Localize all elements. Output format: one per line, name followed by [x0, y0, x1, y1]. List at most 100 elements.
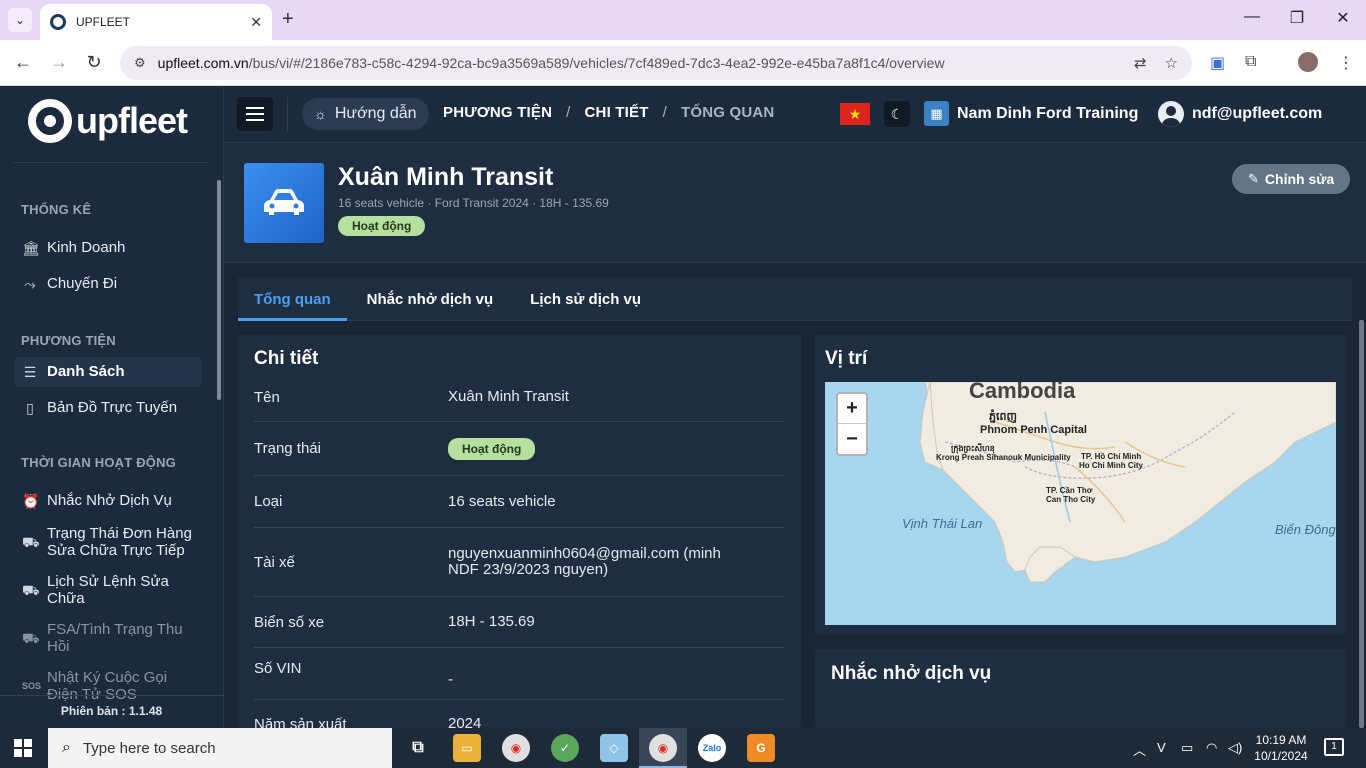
section-vehicles: PHƯƠNG TIỆN [21, 333, 116, 348]
car-recall-icon: ⛟ [22, 630, 40, 646]
search-icon: ⌕ [62, 739, 71, 756]
translate-icon[interactable]: ⇄ [1134, 54, 1147, 72]
user-avatar-icon [1158, 101, 1184, 127]
address-bar[interactable]: ⚙ upfleet.com.vn/bus/vi/#/2186e783-c58c-… [120, 46, 1192, 80]
upfleet-logo[interactable]: upfleet [28, 99, 188, 143]
browser-tab-strip: ⌄ UPFLEET ✕ + — ❐ ✕ [0, 0, 1366, 40]
back-button[interactable]: ← [12, 52, 34, 72]
sidebar-item-label: Bản Đồ Trực Tuyến [47, 399, 178, 416]
detail-row-driver: Tài xế nguyenxuanminh0604@gmail.com (min… [254, 528, 784, 597]
restore-button[interactable]: ❐ [1282, 8, 1312, 28]
minimize-button[interactable]: — [1237, 8, 1267, 26]
map[interactable]: + − Cambodia ភ្នំពេញ Phnom Penh Capital … [825, 382, 1336, 625]
sidebar-item-business[interactable]: 🏛 Kinh Doanh [14, 233, 202, 263]
app-version: Phiên bản : 1.1.48 [60, 704, 163, 718]
notification-center-icon[interactable]: 1 [1324, 738, 1344, 756]
app-orange-icon[interactable]: G [747, 734, 775, 762]
location-title: Vị trí [825, 348, 868, 369]
map-icon: ▯ [26, 400, 34, 416]
volume-icon[interactable]: ◁) [1228, 740, 1242, 756]
tray-chevron-icon[interactable]: ︿ [1133, 740, 1146, 759]
coccoc-icon[interactable]: ✓ [551, 734, 579, 762]
edit-button[interactable]: ✎ Chỉnh sửa [1232, 164, 1351, 194]
organization-selector[interactable]: ▦ Nam Dinh Ford Training [924, 101, 1138, 126]
sidebar-item-service-reminders[interactable]: ⏰ Nhắc Nhở Dịch Vụ [14, 486, 202, 516]
section-uptime: THỜI GIAN HOẠT ĐỘNG [21, 455, 176, 470]
tab-service-reminders[interactable]: Nhắc nhở dịch vụ [347, 277, 514, 321]
sos-icon: SOS [22, 681, 42, 691]
site-info-icon[interactable]: ⚙ [134, 55, 146, 71]
zoom-in-button[interactable]: + [838, 394, 866, 424]
task-view-icon[interactable]: ⧉ [404, 734, 432, 762]
chrome-active-icon[interactable]: ◉ [649, 734, 677, 762]
sidebar-item-label: Chuyến Đi [47, 275, 118, 292]
divider [14, 162, 208, 163]
breadcrumb-overview: TỔNG QUAN [680, 104, 775, 121]
new-tab-button[interactable]: + [282, 8, 294, 30]
breadcrumb-vehicles[interactable]: PHƯƠNG TIỆN [443, 104, 552, 121]
vehicle-tabs: Tổng quan Nhắc nhở dịch vụ Lịch sử dịch … [238, 277, 1352, 321]
zoom-out-button[interactable]: − [838, 424, 866, 454]
map-zoom-control: + − [836, 392, 868, 456]
map-label-hcm-en: Ho Chi Minh City [1079, 461, 1143, 470]
service-reminder-title: Nhắc nhở dịch vụ [831, 663, 992, 684]
system-clock[interactable]: 10:19 AM 10/1/2024 [1248, 732, 1314, 764]
url-text[interactable]: upfleet.com.vn/bus/vi/#/2186e783-c58c-42… [158, 55, 1116, 71]
sidebar-item-fsa-recall[interactable]: ⛟ FSA/Tình Trạng Thu Hồi [14, 615, 202, 661]
edit-label: Chỉnh sửa [1264, 171, 1335, 187]
vietnam-flag-icon[interactable]: ★ [840, 103, 870, 125]
reload-button[interactable]: ↻ [83, 52, 105, 72]
user-menu[interactable]: ndf@upfleet.com [1158, 101, 1322, 127]
detail-key: Trạng thái [254, 440, 321, 457]
bank-icon: 🏛 [22, 240, 40, 256]
tab-title: UPFLEET [76, 15, 131, 29]
taskbar-search[interactable]: ⌕ Type here to search [48, 728, 392, 768]
detail-key: Tên [254, 388, 280, 406]
clock-time: 10:19 AM [1255, 733, 1307, 747]
car-history-icon: ⛟ [22, 582, 40, 598]
tray-v-icon[interactable]: V [1157, 740, 1166, 755]
sidebar-item-repair-order-status[interactable]: ⛟ Trạng Thái Đơn Hàng Sửa Chữa Trực Tiếp [14, 519, 202, 565]
sidebar-scrollbar[interactable] [217, 180, 221, 400]
detail-row-name: Tên Xuân Minh Transit [254, 373, 784, 422]
detail-value: - [448, 671, 453, 688]
lightbulb-icon: ☼ [314, 106, 327, 122]
guide-button[interactable]: ☼ Hướng dẫn [302, 98, 429, 130]
windows-start-icon[interactable] [14, 739, 32, 757]
menu-toggle-button[interactable] [237, 97, 273, 131]
guide-label: Hướng dẫn [334, 105, 417, 122]
user-email: ndf@upfleet.com [1192, 105, 1323, 122]
close-tab-icon[interactable]: ✕ [250, 14, 262, 31]
tab-service-history[interactable]: Lịch sử dịch vụ [513, 277, 658, 321]
upfleet-logo-icon [28, 99, 72, 143]
close-window-button[interactable]: ✕ [1328, 8, 1358, 28]
battery-icon[interactable]: ▭ [1181, 740, 1193, 756]
sidebar-item-vehicle-list[interactable]: ☰ Danh Sách [14, 357, 202, 387]
file-explorer-icon[interactable]: ▭ [453, 734, 481, 762]
detail-value: Xuân Minh Transit [448, 388, 569, 405]
sidebar-item-repair-order-history[interactable]: ⛟ Lịch Sử Lệnh Sửa Chữa [14, 567, 202, 613]
sidebar-item-sos-call-log[interactable]: SOS Nhật Ký Cuộc Gọi Điện Tử SOS [14, 663, 202, 709]
sidebar-item-trips[interactable]: ⤳ Chuyến Đi [14, 269, 202, 299]
app-icon[interactable]: ◇ [600, 734, 628, 762]
tab-overview[interactable]: Tổng quan [238, 277, 347, 321]
profile-avatar[interactable] [1298, 52, 1318, 72]
zalo-icon[interactable]: Zalo [698, 734, 726, 762]
tab-search-button[interactable]: ⌄ [8, 8, 32, 32]
browser-tab[interactable]: UPFLEET ✕ [40, 4, 272, 40]
bookmark-star-icon[interactable]: ☆ [1165, 54, 1178, 72]
list-icon: ☰ [23, 364, 37, 380]
chrome-icon[interactable]: ◉ [502, 734, 530, 762]
breadcrumb-detail[interactable]: CHI TIẾT [585, 104, 649, 121]
forward-button[interactable]: → [48, 52, 70, 72]
wifi-icon[interactable]: ◠ [1206, 740, 1217, 756]
page-scrollbar[interactable] [1359, 320, 1364, 728]
browser-menu-icon[interactable]: ⋮ [1338, 53, 1354, 73]
sidebar-item-live-map[interactable]: ▯ Bản Đồ Trực Tuyến [14, 393, 202, 423]
search-placeholder: Type here to search [82, 739, 216, 757]
clock-date: 10/1/2024 [1254, 749, 1308, 763]
dark-mode-icon[interactable]: ☾ [884, 101, 910, 127]
extensions-puzzle-icon[interactable]: ⧉ [1245, 53, 1256, 71]
detail-value: nguyenxuanminh0604@gmail.com (minh NDF 2… [448, 545, 721, 578]
extension-icon[interactable]: ▣ [1210, 53, 1225, 73]
